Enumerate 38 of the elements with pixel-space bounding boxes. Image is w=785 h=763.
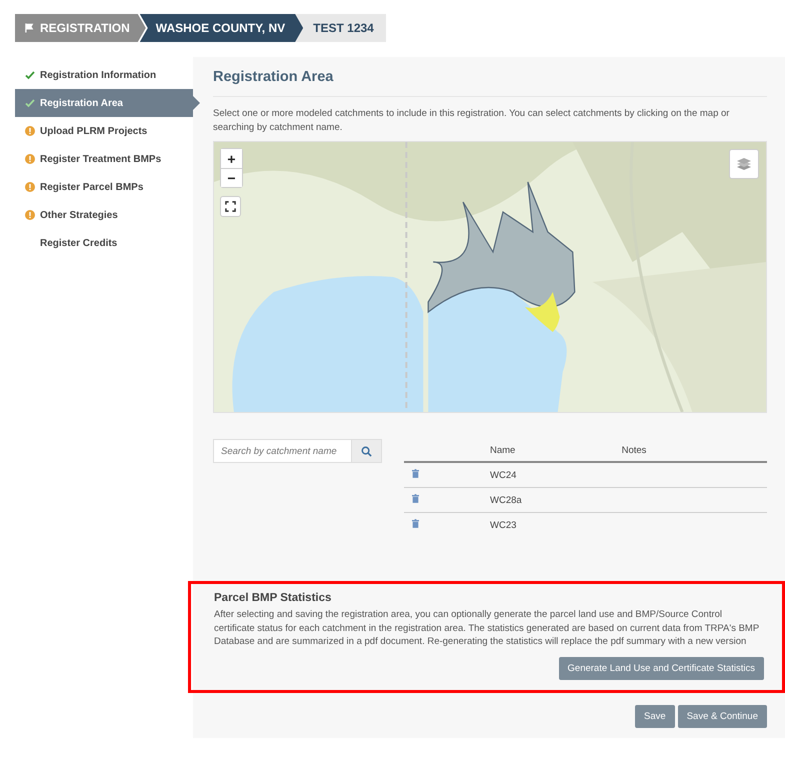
trash-icon[interactable] (412, 519, 419, 528)
section-title: Registration Area (213, 69, 334, 85)
flag-icon (25, 23, 34, 33)
search-icon (361, 446, 372, 456)
sidebar-item[interactable]: Register Parcel BMPs (15, 173, 193, 201)
table-cell: WC28a (490, 494, 522, 506)
trash-icon[interactable] (412, 494, 419, 503)
sidebar-item[interactable]: Other Strategies (15, 201, 193, 229)
sidebar-item[interactable]: Register Treatment BMPs (15, 145, 193, 173)
layers-button[interactable] (729, 149, 759, 179)
intro-text: Select one or more modeled catchments to include in this registration. You can select catchments by clicking on the map or searching by catchment name. (213, 107, 730, 135)
stats-text: After selecting and saving the registration area, you can optionally generate the parcel land use and BMP/Source Control certificate status for each catchment in the registration area. The statistics generated are based on current data from TRPA's BMP Database and are summarized in a pdf document. Re-generating the statistics will replace the pdf summary with a new version (214, 608, 760, 648)
table-cell: WC24 (490, 470, 516, 480)
action-button[interactable]: Save (635, 704, 675, 728)
layers-icon (736, 157, 752, 171)
sidebar-item[interactable]: Registration Information (15, 61, 193, 89)
breadcrumb-item[interactable]: TEST 1234 (295, 14, 386, 42)
column-header: Name (490, 444, 516, 456)
column-header: Notes (622, 444, 646, 456)
warning-icon (25, 154, 35, 164)
warning-icon (25, 182, 35, 192)
action-button[interactable]: Save & Continue (678, 704, 767, 728)
check-icon (25, 70, 35, 80)
warning-icon (25, 126, 35, 136)
breadcrumb-item[interactable]: WASHOE COUNTY, NV (140, 14, 304, 42)
trash-icon[interactable] (412, 469, 419, 478)
zoom-out-button[interactable]: − (221, 168, 242, 187)
check-icon (25, 98, 35, 108)
fullscreen-button[interactable] (220, 196, 241, 217)
sidebar-item[interactable]: Upload PLRM Projects (15, 117, 193, 145)
sidebar-item[interactable]: Register Credits (15, 229, 193, 257)
search-field[interactable]: Search by catchment name (213, 439, 352, 463)
search-button[interactable] (352, 439, 382, 463)
fullscreen-icon (225, 201, 236, 212)
table-cell: WC23 (490, 520, 516, 530)
generate-button[interactable]: Generate Land Use and Certificate Statistics (558, 656, 764, 680)
stats-title: Parcel BMP Statistics (214, 592, 332, 604)
warning-icon (25, 210, 35, 220)
